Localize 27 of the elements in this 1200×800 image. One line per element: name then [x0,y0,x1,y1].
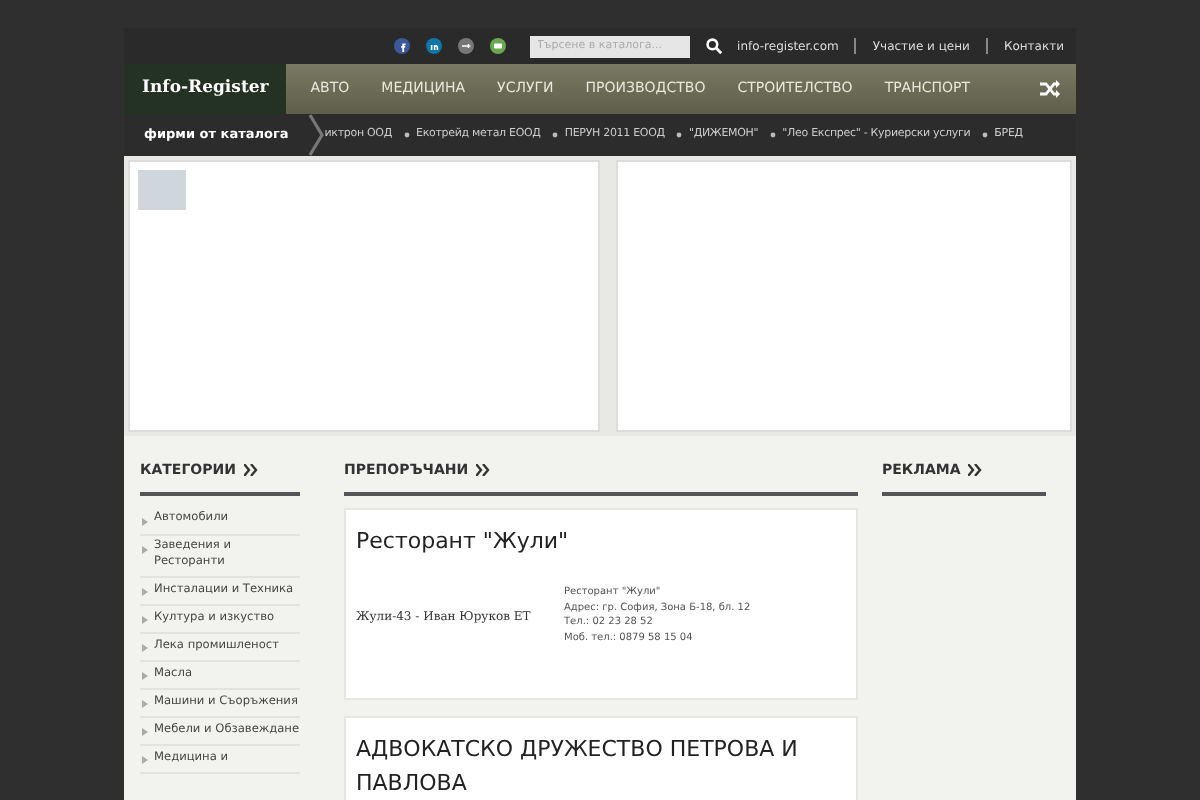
bullet-icon [142,616,148,625]
image-placeholder [138,170,186,210]
shuffle-icon[interactable] [1040,80,1060,98]
linkedin-icon[interactable] [425,38,442,54]
bullet-icon [142,588,148,597]
site-logo[interactable]: Info-Register [124,64,287,114]
double-chevron-icon [476,464,491,477]
bullet-icon [142,700,148,709]
bullet-icon [770,132,777,138]
bullet-icon [142,756,148,765]
bullet-icon [142,728,148,737]
search-icon[interactable] [705,38,722,54]
bullet-icon [142,545,148,553]
listing-title[interactable]: Ресторант "Жули" [356,525,846,558]
bullet-icon [142,644,148,653]
listing-title[interactable]: АДВОКАТСКО ДРУЖЕСТВО ПЕТРОВА И ПАВЛОВА [356,734,846,800]
bullet-icon [676,132,683,138]
chevron-icon [308,114,325,156]
double-chevron-icon [968,464,983,477]
double-chevron-icon [243,464,258,477]
bullet-icon [404,132,411,138]
bullet-icon [982,132,989,138]
facebook-icon[interactable] [393,38,410,54]
bullet-icon [552,132,559,138]
bullet-icon [142,517,148,525]
bullet-icon [142,672,148,681]
rss-icon[interactable] [489,38,506,54]
